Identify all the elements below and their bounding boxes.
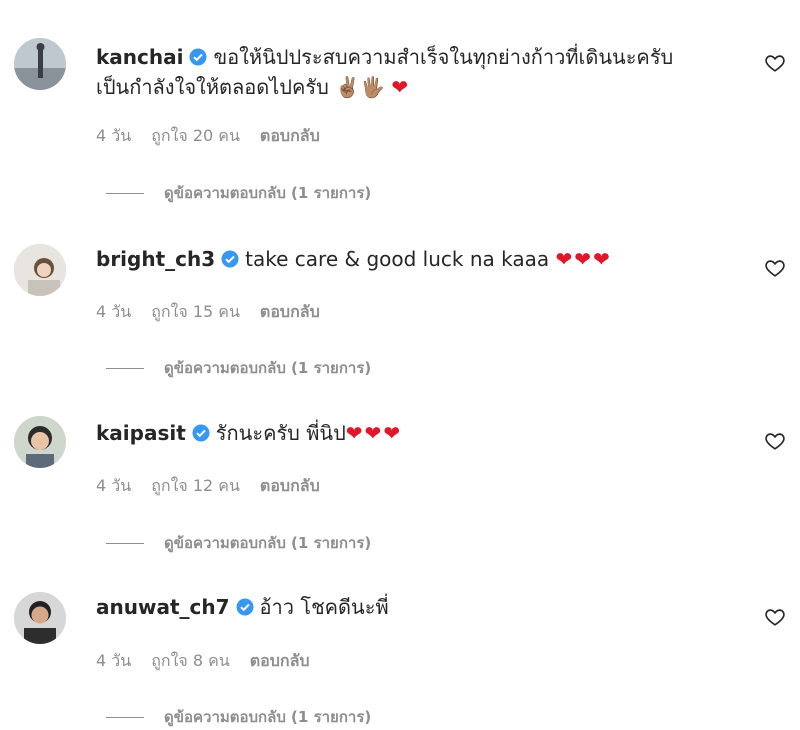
verified-badge-icon bbox=[192, 424, 210, 442]
comment-time: 4 วัน bbox=[96, 302, 132, 321]
like-heart-icon[interactable] bbox=[764, 257, 786, 279]
heart-emoji: ❤❤❤ bbox=[555, 247, 612, 271]
reply-button[interactable]: ตอบกลับ bbox=[260, 300, 320, 325]
username[interactable]: anuwat_ch7 bbox=[96, 595, 230, 619]
avatar[interactable] bbox=[14, 244, 66, 296]
divider-dash bbox=[106, 192, 144, 194]
view-replies-label: ดูข้อความตอบกลับ (1 รายการ) bbox=[164, 534, 372, 552]
comment-text: รักนะครับ พี่นิป bbox=[215, 421, 346, 445]
comment-text: take care & good luck na kaaa bbox=[245, 247, 550, 271]
view-replies-button[interactable]: ดูข้อความตอบกลับ (1 รายการ) bbox=[106, 531, 371, 555]
view-replies-label: ดูข้อความตอบกลับ (1 รายการ) bbox=[164, 184, 372, 202]
reply-button[interactable]: ตอบกลับ bbox=[260, 474, 320, 499]
comment-time: 4 วัน bbox=[96, 476, 132, 495]
divider-dash bbox=[106, 367, 144, 369]
comment-time: 4 วัน bbox=[96, 651, 132, 670]
comment-text: อ้าว โชคดีนะพี่ bbox=[259, 595, 389, 619]
comment-item: anuwat_ch7 อ้าว โชคดีนะพี่ 4 วัน ถูกใจ 8 … bbox=[0, 0, 800, 726]
like-heart-icon[interactable] bbox=[764, 606, 786, 628]
comment-likes[interactable]: ถูกใจ 12 คน bbox=[151, 474, 240, 499]
verified-badge-icon bbox=[221, 250, 239, 268]
username[interactable]: bright_ch3 bbox=[96, 247, 215, 271]
heart-emoji: ❤❤❤ bbox=[345, 421, 403, 445]
comment-likes[interactable]: ถูกใจ 15 คน bbox=[151, 300, 240, 325]
verified-badge-icon bbox=[236, 598, 254, 616]
view-replies-button[interactable]: ดูข้อความตอบกลับ (1 รายการ) bbox=[106, 356, 371, 380]
view-replies-button[interactable]: ดูข้อความตอบกลับ (1 รายการ) bbox=[106, 705, 371, 729]
reply-button[interactable]: ตอบกลับ bbox=[250, 649, 310, 674]
comment-likes[interactable]: ถูกใจ 8 คน bbox=[151, 649, 230, 674]
avatar[interactable] bbox=[14, 416, 66, 468]
divider-dash bbox=[106, 716, 144, 718]
avatar[interactable] bbox=[14, 592, 66, 644]
username[interactable]: kaipasit bbox=[96, 421, 186, 445]
view-replies-button[interactable]: ดูข้อความตอบกลับ (1 รายการ) bbox=[106, 181, 371, 205]
view-replies-label: ดูข้อความตอบกลับ (1 รายการ) bbox=[164, 359, 372, 377]
divider-dash bbox=[106, 542, 144, 544]
view-replies-label: ดูข้อความตอบกลับ (1 รายการ) bbox=[164, 708, 372, 726]
like-heart-icon[interactable] bbox=[764, 430, 786, 452]
